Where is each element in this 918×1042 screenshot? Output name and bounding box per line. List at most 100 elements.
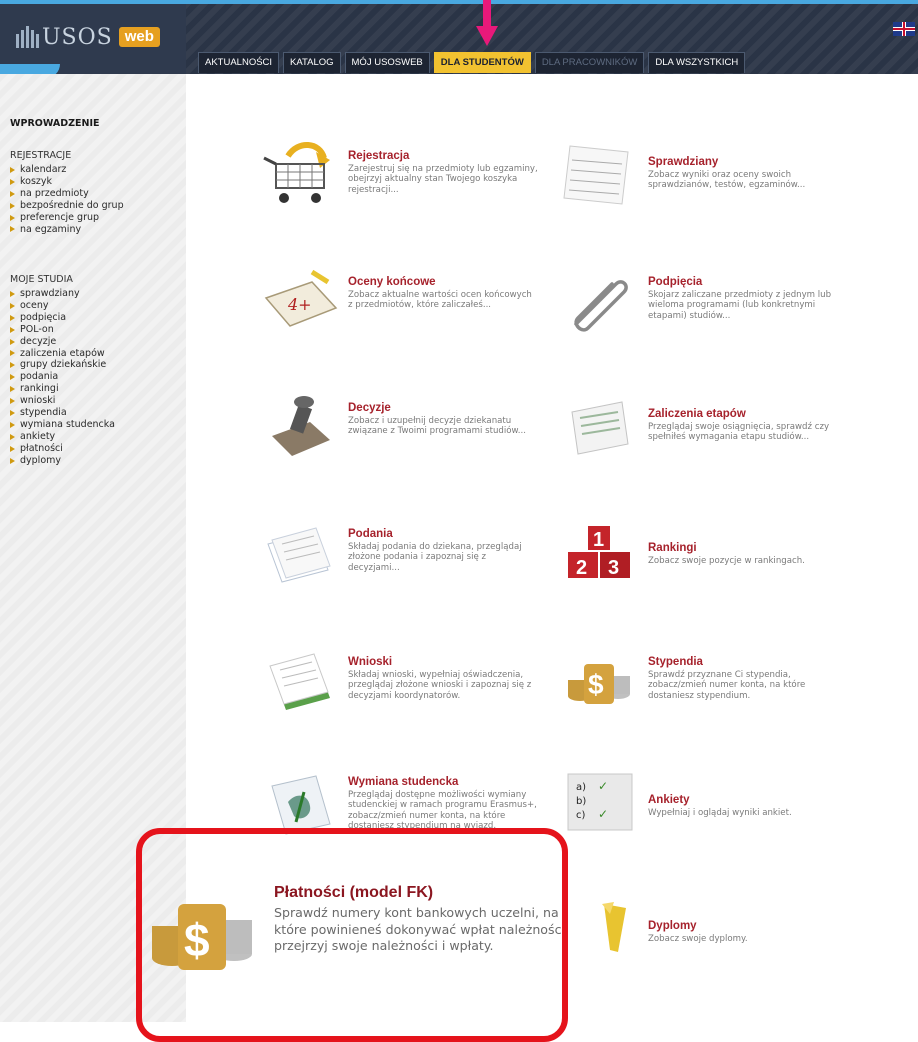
sprawdziany-desc: Zobacz wyniki oraz oceny swoich sprawdzi…: [648, 170, 806, 191]
item-stypendia: Stypendia Sprawdź przyznane Ci stypendia…: [648, 656, 838, 701]
rejestracja-link[interactable]: Rejestracja: [348, 150, 538, 162]
sidebar-header-moje-studia[interactable]: MOJE STUDIA: [10, 274, 73, 285]
oceny-desc: Zobacz aktualne wartości ocen końcowych …: [348, 290, 532, 311]
sidebar-item[interactable]: wymiana studencka: [10, 419, 115, 431]
item-sprawdziany: Sprawdziany Zobacz wyniki oraz oceny swo…: [648, 156, 838, 191]
wymiana-link[interactable]: Wymiana studencka: [348, 776, 538, 788]
applications-icon[interactable]: [264, 648, 340, 714]
oceny-link[interactable]: Oceny końcowe: [348, 276, 538, 288]
english-flag-icon[interactable]: [893, 22, 915, 36]
main-nav-tabs: AKTUALNOŚCI KATALOG MÓJ USOSWEB DLA STUD…: [198, 52, 746, 73]
rankingi-desc: Zobacz swoje pozycje w rankingach.: [648, 556, 805, 566]
wymiana-desc: Przeglądaj dostępne możliwości wymiany s…: [348, 790, 537, 831]
survey-mark-c: c): [576, 810, 585, 821]
item-wnioski: Wnioski Składaj wnioski, wypełniaj oświa…: [348, 656, 538, 701]
paperclip-icon[interactable]: [562, 272, 632, 332]
sidebar-item[interactable]: sprawdziany: [10, 288, 115, 300]
coins-dollar-icon[interactable]: $: [566, 646, 632, 710]
logo-badge: web: [118, 27, 160, 47]
tab-dla-wszystkich[interactable]: DLA WSZYSTKICH: [648, 52, 746, 73]
rank-digit-2: 2: [576, 557, 587, 579]
wnioski-link[interactable]: Wnioski: [348, 656, 538, 668]
item-wymiana-studencka: Wymiana studencka Przeglądaj dostępne mo…: [348, 776, 538, 831]
sidebar-item[interactable]: podania: [10, 371, 115, 383]
sidebar-item[interactable]: preferencje grup: [10, 212, 124, 224]
survey-checklist-icon[interactable]: a) b) c) ✓ ✓: [566, 772, 634, 832]
grade-notebook-icon[interactable]: 4+: [262, 268, 342, 330]
tab-moj-usosweb[interactable]: MÓJ USOSWEB: [344, 52, 430, 73]
sidebar-item[interactable]: koszyk: [10, 176, 124, 188]
sidebar-item[interactable]: oceny: [10, 300, 115, 312]
sidebar-item[interactable]: ankiety: [10, 431, 115, 443]
sidebar-title-wprowadzenie[interactable]: WPROWADZENIE: [10, 118, 99, 129]
sidebar-item[interactable]: bezpośrednie do grup: [10, 200, 124, 212]
stypendia-link[interactable]: Stypendia: [648, 656, 838, 668]
sprawdziany-link[interactable]: Sprawdziany: [648, 156, 838, 168]
sidebar-item[interactable]: na przedmioty: [10, 188, 124, 200]
sidebar-header-rejestracje[interactable]: REJESTRACJE: [10, 150, 71, 161]
logo-text: USOS: [42, 24, 113, 50]
survey-mark-b: b): [576, 796, 586, 807]
sidebar-studia-list: sprawdziany oceny podpięcia POL-on decyz…: [10, 288, 115, 467]
decyzje-desc: Zobacz i uzupełnij decyzje dziekanatu zw…: [348, 416, 526, 437]
sidebar-item[interactable]: dyplomy: [10, 455, 115, 467]
podania-link[interactable]: Podania: [348, 528, 538, 540]
item-ankiety: Ankiety Wypełniaj i oglądaj wyniki ankie…: [648, 794, 838, 818]
stage-sheets-icon[interactable]: [562, 394, 634, 462]
ankiety-link[interactable]: Ankiety: [648, 794, 838, 806]
sidebar-item[interactable]: wnioski: [10, 395, 115, 407]
wnioski-desc: Składaj wnioski, wypełniaj oświadczenia,…: [348, 670, 532, 701]
item-rejestracja: Rejestracja Zarejestruj się na przedmiot…: [348, 150, 538, 195]
sidebar-item[interactable]: grupy dziekańskie: [10, 359, 115, 371]
rank-digit-3: 3: [608, 557, 619, 579]
dyplomy-desc: Zobacz swoje dyplomy.: [648, 934, 748, 944]
decyzje-link[interactable]: Decyzje: [348, 402, 538, 414]
red-highlight-annotation: [136, 828, 568, 1042]
sidebar-item[interactable]: stypendia: [10, 407, 115, 419]
tab-dla-pracownikow[interactable]: DLA PRACOWNIKÓW: [534, 52, 645, 73]
shopping-cart-icon[interactable]: [258, 138, 338, 206]
tab-katalog[interactable]: KATALOG: [283, 52, 341, 73]
svg-text:✓: ✓: [598, 779, 608, 793]
grade-text: 4+: [287, 295, 312, 314]
dyplomy-link[interactable]: Dyplomy: [648, 920, 838, 932]
top-header: USOS web AKTUALNOŚCI KATALOG MÓJ USOSWEB…: [0, 0, 918, 78]
sidebar-item[interactable]: POL-on: [10, 324, 115, 336]
podania-desc: Składaj podania do dziekana, przeglądaj …: [348, 542, 522, 573]
sidebar-item[interactable]: kalendarz: [10, 164, 124, 176]
stypendia-desc: Sprawdź przyznane Ci stypendia, zobacz/z…: [648, 670, 806, 701]
sidebar-item[interactable]: zaliczenia etapów: [10, 348, 115, 360]
test-sheets-icon[interactable]: [562, 138, 634, 210]
rank-digit-1: 1: [593, 529, 604, 551]
sidebar-item[interactable]: płatności: [10, 443, 115, 455]
svg-text:✓: ✓: [598, 807, 608, 821]
item-dyplomy: Dyplomy Zobacz swoje dyplomy.: [648, 920, 838, 944]
item-oceny-koncowe: Oceny końcowe Zobacz aktualne wartości o…: [348, 276, 538, 311]
sidebar-rejestracje-list: kalendarz koszyk na przedmioty bezpośred…: [10, 164, 124, 235]
pink-arrow-annotation: [476, 0, 498, 46]
item-podpiecia: Podpięcia Skojarz zaliczane przedmioty z…: [648, 276, 838, 321]
building-icon: [14, 24, 40, 50]
item-rankingi: Rankingi Zobacz swoje pozycje w rankinga…: [648, 542, 838, 566]
item-zaliczenia-etapow: Zaliczenia etapów Przeglądaj swoje osiąg…: [648, 408, 838, 443]
sidebar-item[interactable]: podpięcia: [10, 312, 115, 324]
zaliczenia-desc: Przeglądaj swoje osiągnięcia, sprawdź cz…: [648, 422, 830, 443]
svg-text:$: $: [588, 669, 604, 700]
podpiecia-link[interactable]: Podpięcia: [648, 276, 838, 288]
rankingi-link[interactable]: Rankingi: [648, 542, 838, 554]
diploma-icon[interactable]: [596, 900, 636, 956]
item-decyzje: Decyzje Zobacz i uzupełnij decyzje dziek…: [348, 402, 538, 437]
tab-aktualnosci[interactable]: AKTUALNOŚCI: [198, 52, 280, 73]
zaliczenia-link[interactable]: Zaliczenia etapów: [648, 408, 838, 420]
documents-icon[interactable]: [262, 522, 338, 586]
survey-mark-a: a): [576, 782, 586, 793]
sidebar-item[interactable]: decyzje: [10, 336, 115, 348]
item-podania: Podania Składaj podania do dziekana, prz…: [348, 528, 538, 573]
stamp-icon[interactable]: [266, 394, 336, 460]
ankiety-desc: Wypełniaj i oglądaj wyniki ankiet.: [648, 808, 792, 818]
ranking-podium-icon[interactable]: 1 2 3: [566, 522, 632, 582]
sidebar-item[interactable]: na egzaminy: [10, 224, 124, 236]
usosweb-logo[interactable]: USOS web: [14, 22, 160, 52]
sidebar-item[interactable]: rankingi: [10, 383, 115, 395]
tab-dla-studentow[interactable]: DLA STUDENTÓW: [433, 52, 531, 73]
